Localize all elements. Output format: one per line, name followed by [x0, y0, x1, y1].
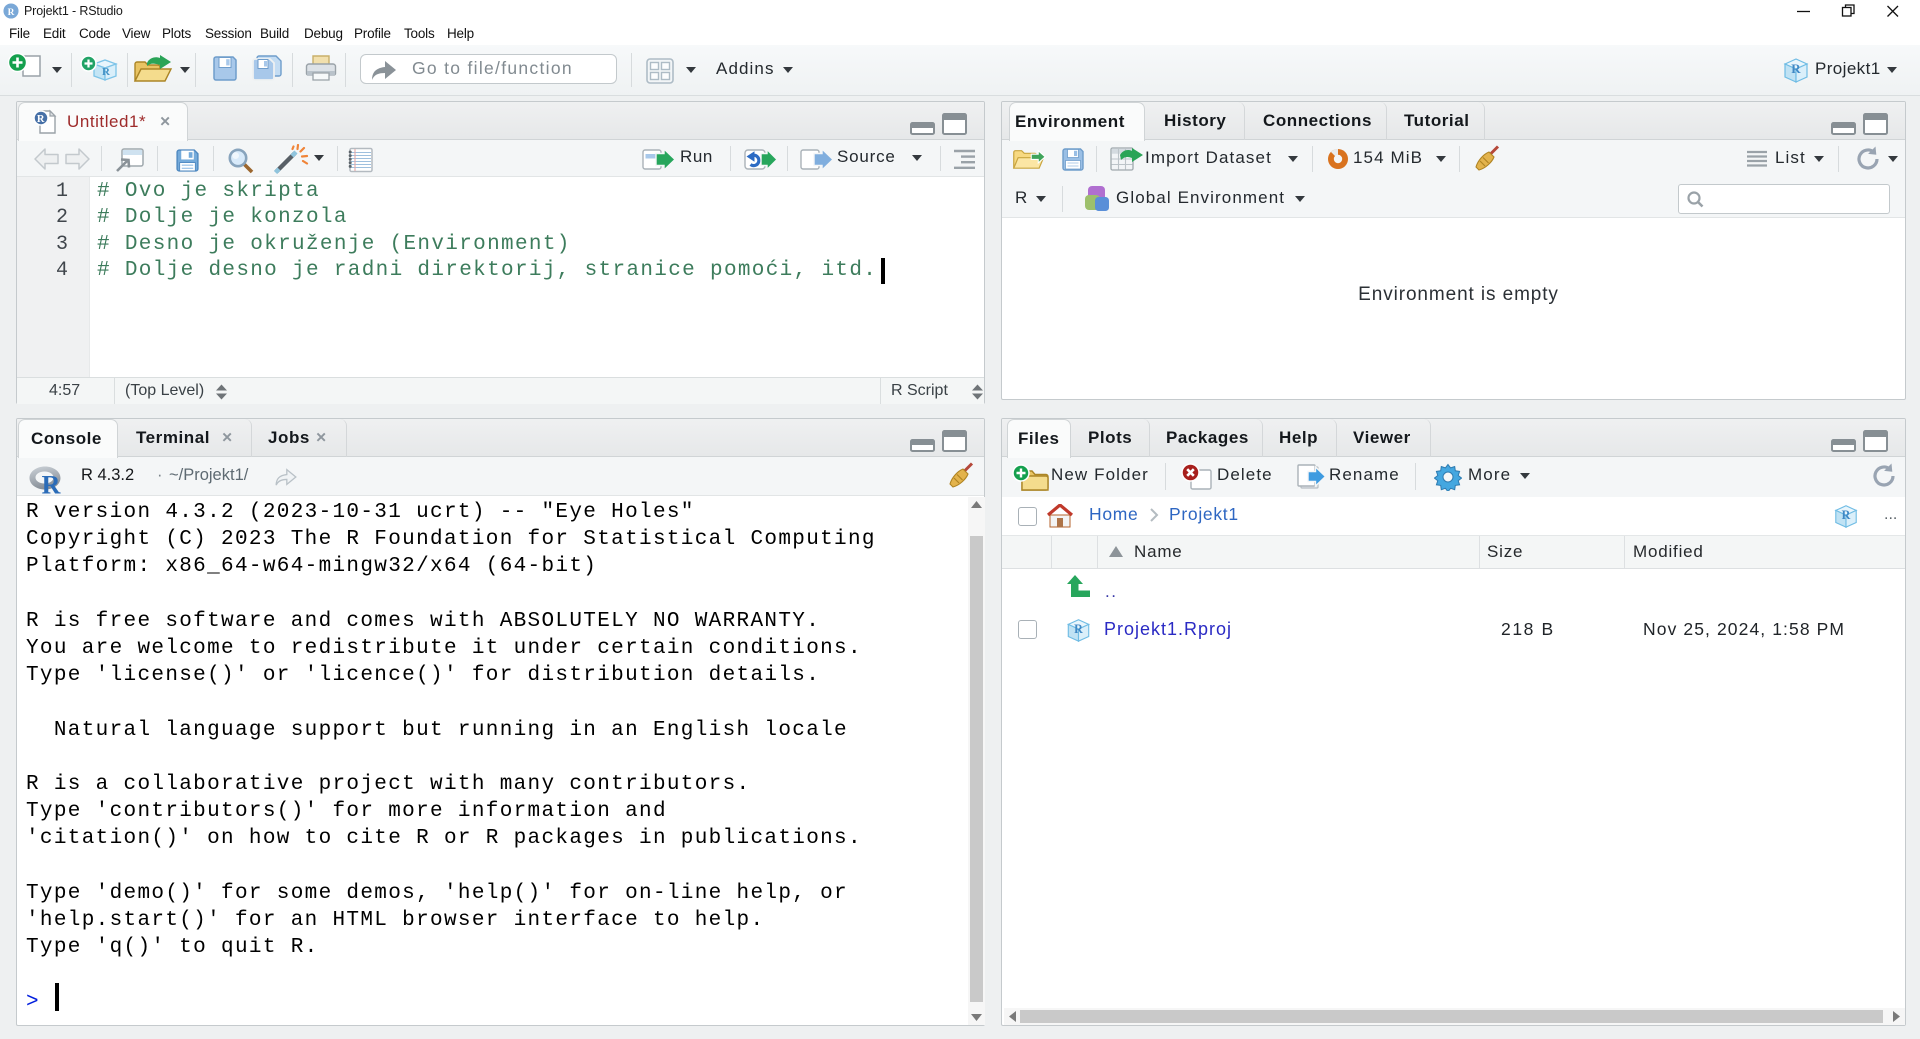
svg-text:R: R — [8, 8, 15, 18]
svg-text:R: R — [1791, 61, 1801, 76]
svg-text:R: R — [102, 66, 111, 78]
svg-text:R: R — [37, 114, 45, 125]
svg-text:R: R — [42, 471, 61, 497]
svg-text:R: R — [1074, 622, 1083, 636]
svg-text:R: R — [1842, 508, 1851, 522]
